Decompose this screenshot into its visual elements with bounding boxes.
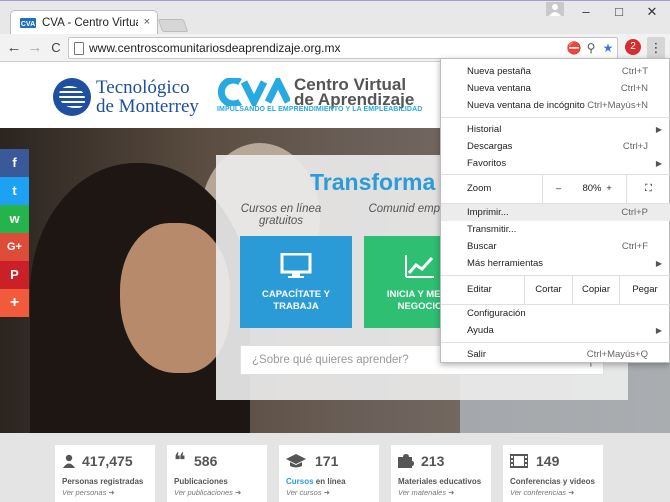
quote-icon: ❝ bbox=[174, 450, 186, 472]
stat-link[interactable]: Ver materiales ➜ bbox=[398, 488, 454, 497]
forward-button[interactable]: → bbox=[25, 38, 45, 58]
menu-item-downloads[interactable]: Descargas Ctrl+J bbox=[441, 138, 670, 155]
growth-chart-icon bbox=[405, 255, 434, 278]
hero-photo-face bbox=[120, 223, 230, 373]
cva-logo-icon[interactable] bbox=[218, 78, 290, 106]
stat-card-courses[interactable]: 171 Cursos en línea Ver cursos ➜ bbox=[279, 445, 379, 502]
stat-link[interactable]: Ver personas ➜ bbox=[62, 488, 115, 497]
back-button[interactable]: ← bbox=[4, 38, 24, 58]
stat-label: Cursos en línea bbox=[286, 477, 346, 486]
blocked-content-icon[interactable]: ⛔ bbox=[566, 40, 582, 56]
hero-title: Transforma bbox=[310, 169, 436, 195]
menu-item-find[interactable]: Buscar Ctrl+F bbox=[441, 238, 670, 255]
tab-title: CVA - Centro Virtual de A bbox=[42, 17, 138, 29]
stat-number: 171 bbox=[315, 453, 339, 469]
menu-item-bookmarks[interactable]: Favoritos ▶ bbox=[441, 155, 670, 172]
menu-item-new-tab[interactable]: Nueva pestaña Ctrl+T bbox=[441, 63, 670, 80]
menu-item-cast[interactable]: Transmitir... bbox=[441, 221, 670, 238]
cut-button[interactable]: Cortar bbox=[524, 276, 572, 304]
pinterest-icon[interactable]: P bbox=[0, 261, 29, 289]
tab-close-icon[interactable]: × bbox=[144, 16, 150, 28]
hero-subtitle-courses: Cursos en línea gratuitos bbox=[240, 203, 322, 227]
stat-card-materials[interactable]: 213 Materiales educativos Ver materiales… bbox=[391, 445, 491, 502]
fullscreen-icon[interactable]: ⛶ bbox=[626, 175, 670, 203]
stat-number: 417,475 bbox=[82, 453, 133, 469]
menu-item-help[interactable]: Ayuda ▶ bbox=[441, 322, 670, 339]
menu-row-zoom: Zoom – 80% + ⛶ bbox=[441, 175, 670, 203]
twitter-icon[interactable]: t bbox=[0, 177, 29, 205]
stats-bar: 417,475 Personas registradas Ver persona… bbox=[0, 433, 670, 502]
menu-separator bbox=[441, 117, 670, 118]
submenu-arrow-icon: ▶ bbox=[655, 125, 662, 134]
title-bar: CVA CVA - Centro Virtual de A × – □ ✕ bbox=[0, 0, 670, 36]
zoom-in-button[interactable]: + bbox=[597, 175, 621, 203]
monitor-icon bbox=[280, 253, 312, 278]
stat-link[interactable]: Ver cursos ➜ bbox=[286, 488, 330, 497]
stat-number: 586 bbox=[194, 453, 218, 469]
zoom-icon[interactable]: ⚲ bbox=[583, 40, 599, 56]
chrome-main-menu: Nueva pestaña Ctrl+T Nueva ventana Ctrl+… bbox=[440, 58, 670, 363]
minimize-button[interactable]: – bbox=[570, 3, 602, 21]
browser-tab[interactable]: CVA CVA - Centro Virtual de A × bbox=[10, 10, 158, 36]
film-icon bbox=[510, 454, 528, 471]
extension-icon[interactable]: 2 bbox=[625, 39, 641, 55]
bookmark-star-icon[interactable]: ★ bbox=[600, 40, 616, 56]
submenu-arrow-icon: ▶ bbox=[655, 159, 662, 168]
submenu-arrow-icon: ▶ bbox=[655, 259, 662, 268]
cva-favicon-icon: CVA bbox=[20, 18, 36, 28]
menu-separator bbox=[441, 342, 670, 343]
menu-item-exit[interactable]: Salir Ctrl+Mayús+Q bbox=[441, 346, 670, 363]
menu-item-more-tools[interactable]: Más herramientas ▶ bbox=[441, 255, 670, 272]
whatsapp-icon[interactable]: w bbox=[0, 205, 29, 233]
social-share-bar: f t w G+ P + bbox=[0, 149, 29, 317]
stat-label: Publicaciones bbox=[174, 477, 228, 486]
cva-tagline: IMPULSANDO EL EMPRENDIMIENTO Y LA EMPLEA… bbox=[217, 106, 423, 113]
page-icon bbox=[74, 42, 84, 55]
profile-icon[interactable] bbox=[546, 2, 564, 16]
train-and-work-card[interactable]: CAPACÍTATE Y TRABAJA bbox=[240, 236, 352, 328]
close-window-button[interactable]: ✕ bbox=[636, 3, 668, 21]
stat-label: Conferencias y videos bbox=[510, 477, 595, 486]
stat-card-people[interactable]: 417,475 Personas registradas Ver persona… bbox=[55, 445, 155, 502]
more-share-icon[interactable]: + bbox=[0, 289, 29, 317]
maximize-button[interactable]: □ bbox=[603, 3, 635, 21]
menu-row-edit: Editar Cortar Copiar Pegar bbox=[441, 276, 670, 304]
url-text[interactable]: www.centroscomunitariosdeaprendizaje.org… bbox=[89, 41, 340, 55]
person-icon bbox=[62, 454, 76, 471]
reload-button[interactable]: C bbox=[46, 38, 66, 58]
chrome-menu-button[interactable]: ⋮ bbox=[647, 37, 665, 59]
stat-link[interactable]: Ver conferencias ➜ bbox=[510, 488, 574, 497]
stat-card-publications[interactable]: ❝ 586 Publicaciones Ver publicaciones ➜ bbox=[167, 445, 267, 502]
menu-item-incognito[interactable]: Nueva ventana de incógnito Ctrl+Mayús+N bbox=[441, 97, 670, 114]
menu-item-history[interactable]: Historial ▶ bbox=[441, 121, 670, 138]
stat-label: Personas registradas bbox=[62, 477, 144, 486]
tec-logo-text[interactable]: Tecnológico de Monterrey bbox=[96, 78, 199, 116]
menu-item-new-window[interactable]: Nueva ventana Ctrl+N bbox=[441, 80, 670, 97]
menu-item-settings[interactable]: Configuración bbox=[441, 305, 670, 322]
card-label-train: CAPACÍTATE Y TRABAJA bbox=[262, 289, 330, 312]
graduation-cap-icon bbox=[286, 454, 306, 471]
zoom-out-button[interactable]: – bbox=[542, 175, 574, 203]
google-plus-icon[interactable]: G+ bbox=[0, 233, 29, 261]
new-tab-button[interactable] bbox=[157, 19, 189, 32]
stat-number: 213 bbox=[421, 453, 445, 469]
search-placeholder: ¿Sobre qué quieres aprender? bbox=[252, 354, 409, 366]
stat-label: Materiales educativos bbox=[398, 477, 482, 486]
facebook-icon[interactable]: f bbox=[0, 149, 29, 177]
stat-link[interactable]: Ver publicaciones ➜ bbox=[174, 488, 241, 497]
puzzle-icon bbox=[398, 454, 414, 471]
address-bar[interactable]: www.centroscomunitariosdeaprendizaje.org… bbox=[68, 37, 618, 59]
stat-number: 149 bbox=[536, 453, 560, 469]
stat-card-conferences[interactable]: 149 Conferencias y videos Ver conferenci… bbox=[503, 445, 603, 502]
tec-shield-logo-icon[interactable] bbox=[53, 78, 91, 116]
menu-item-print[interactable]: Imprimir... Ctrl+P bbox=[441, 204, 670, 221]
cva-logo-text[interactable]: Centro Virtual de Aprendizaje bbox=[294, 76, 414, 108]
submenu-arrow-icon: ▶ bbox=[655, 326, 662, 335]
copy-button[interactable]: Copiar bbox=[572, 276, 619, 304]
svg-text:CVA: CVA bbox=[21, 21, 35, 28]
paste-button[interactable]: Pegar bbox=[619, 276, 670, 304]
